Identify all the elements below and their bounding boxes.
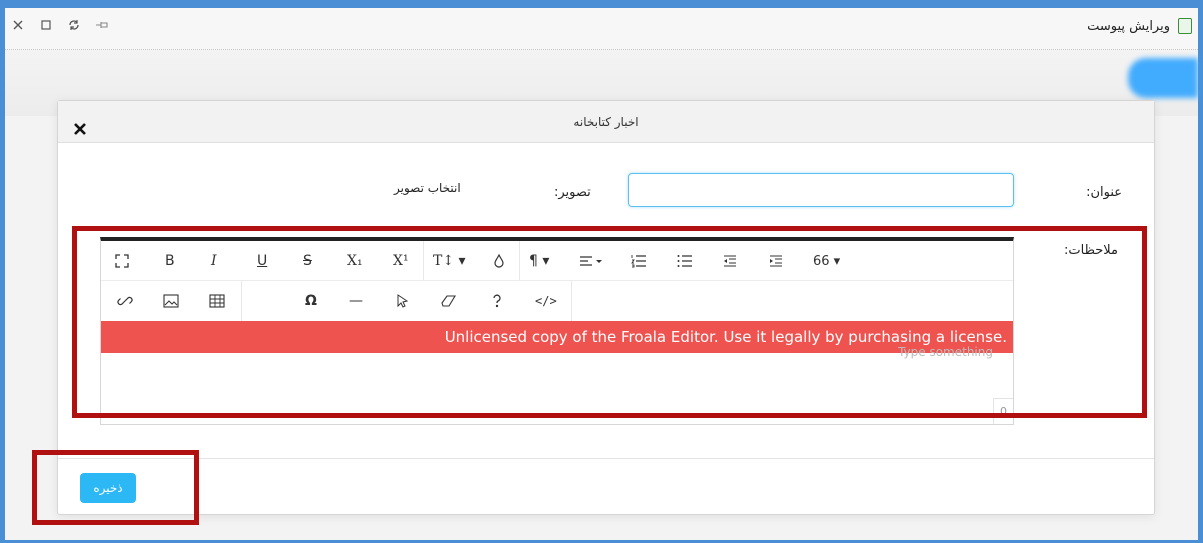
highlight-box-save bbox=[32, 450, 199, 525]
title-label: عنوان: bbox=[1086, 185, 1122, 200]
window-controls bbox=[11, 18, 109, 32]
close-icon[interactable] bbox=[11, 18, 25, 32]
document-icon bbox=[1178, 18, 1192, 34]
title-input[interactable] bbox=[628, 173, 1014, 207]
dialog-title: اخبار کتابخانه bbox=[573, 115, 639, 129]
window-title: ویرایش پیوست bbox=[1087, 19, 1170, 34]
window-titlebar: ویرایش پیوست bbox=[5, 8, 1198, 50]
choose-image-link[interactable]: انتخاب تصویر bbox=[394, 181, 461, 195]
dialog-footer: ذخیره bbox=[58, 458, 1154, 514]
highlight-box-editor bbox=[72, 226, 1147, 418]
pin-icon[interactable] bbox=[95, 18, 109, 32]
dialog-header: اخبار کتابخانه bbox=[58, 101, 1154, 143]
close-icon[interactable] bbox=[72, 121, 88, 137]
background-button bbox=[1128, 58, 1198, 98]
maximize-icon[interactable] bbox=[39, 18, 53, 32]
refresh-icon[interactable] bbox=[67, 18, 81, 32]
image-label: تصویر: bbox=[554, 185, 591, 200]
